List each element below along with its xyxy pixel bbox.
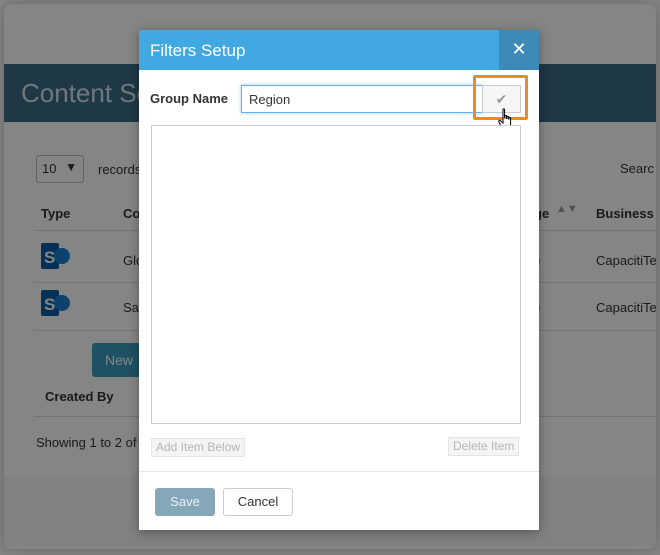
group-name-input[interactable] [241, 85, 483, 113]
filters-setup-dialog: Filters Setup ✕ Group Name ✔ Add Item Be… [139, 30, 539, 530]
dialog-header: Filters Setup ✕ [139, 30, 539, 70]
cancel-button[interactable]: Cancel [223, 488, 293, 516]
close-icon: ✕ [511, 39, 527, 59]
dialog-footer-divider [139, 471, 539, 472]
add-item-below-button[interactable]: Add Item Below [151, 438, 246, 457]
close-button[interactable]: ✕ [499, 30, 539, 70]
delete-item-button[interactable]: Delete Item [448, 437, 520, 456]
filter-items-list[interactable] [151, 125, 521, 424]
dialog-title: Filters Setup [150, 41, 246, 60]
screenshot-frame: Content So 10 ▼ records Searc Type Co ge… [0, 0, 660, 555]
group-name-label: Group Name [150, 91, 229, 106]
save-button[interactable]: Save [155, 488, 215, 516]
